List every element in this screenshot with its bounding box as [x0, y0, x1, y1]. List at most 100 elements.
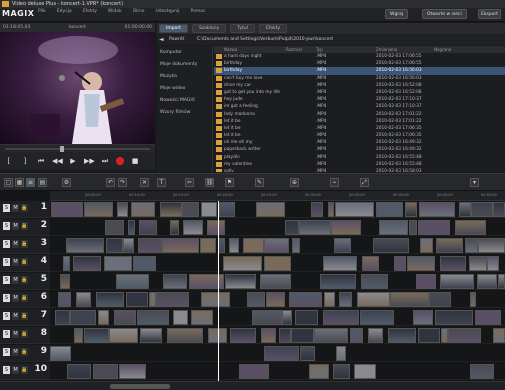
video-clip[interactable]: [63, 256, 70, 271]
video-clip[interactable]: [84, 328, 109, 343]
video-clip[interactable]: [478, 238, 505, 253]
video-clip[interactable]: [201, 292, 230, 307]
file-row[interactable]: my valentine .MP4 2010-02-03 16:55:48: [214, 161, 505, 168]
video-clip[interactable]: [357, 292, 390, 307]
video-clip[interactable]: [407, 256, 435, 271]
video-clip[interactable]: [105, 220, 124, 235]
delete-icon[interactable]: ✕: [140, 178, 149, 187]
video-preview[interactable]: [0, 32, 155, 144]
video-clip[interactable]: [191, 310, 213, 325]
video-clip[interactable]: [98, 310, 109, 325]
video-clip[interactable]: [311, 202, 323, 217]
video-clip[interactable]: [123, 238, 134, 253]
play-icon[interactable]: ▶: [68, 156, 78, 166]
video-clip[interactable]: [252, 310, 282, 325]
video-clip[interactable]: [264, 346, 299, 361]
file-row[interactable]: lady madonna .MP4 2010-02-03 17:01:22: [214, 111, 505, 118]
video-clip[interactable]: [379, 220, 408, 235]
video-clip[interactable]: [320, 274, 356, 289]
undo-icon[interactable]: ↶: [106, 178, 115, 187]
video-clip[interactable]: [487, 256, 499, 271]
story-mode-icon[interactable]: ▢: [4, 178, 13, 187]
video-clip[interactable]: [388, 328, 416, 343]
menu-file[interactable]: Plik: [38, 9, 46, 14]
online-button[interactable]: Otwarte w sieci: [422, 9, 467, 19]
video-clip[interactable]: [173, 310, 188, 325]
video-clip[interactable]: [459, 202, 471, 217]
tab-effects[interactable]: Efekty: [258, 24, 288, 33]
tab-templates[interactable]: Szablony: [191, 24, 227, 33]
video-clip[interactable]: [119, 364, 146, 379]
file-row[interactable]: let it be .MP4 2010-02-03 17:06:35: [214, 132, 505, 139]
video-clip[interactable]: [354, 364, 376, 379]
file-row[interactable]: oh me oh my .MP4 2010-02-03 16:49:32: [214, 139, 505, 146]
video-clip[interactable]: [156, 292, 189, 307]
video-clip[interactable]: [128, 220, 135, 235]
timeline-mode-icon[interactable]: ≡: [26, 178, 35, 187]
video-clip[interactable]: [300, 346, 315, 361]
video-clip[interactable]: [116, 274, 149, 289]
video-clip[interactable]: [106, 238, 123, 253]
export-button[interactable]: Eksport: [478, 9, 502, 19]
video-clip[interactable]: [409, 220, 417, 235]
file-row[interactable]: sally .MP4 2010-02-03 16:58:03: [214, 168, 505, 172]
stop-icon[interactable]: ■: [130, 156, 140, 166]
tab-title[interactable]: Tytuł: [230, 24, 255, 33]
video-clip[interactable]: [50, 346, 71, 361]
playhead[interactable]: [218, 201, 219, 381]
video-clip[interactable]: [470, 364, 494, 379]
video-clip[interactable]: [416, 274, 436, 289]
video-clip[interactable]: [140, 328, 162, 343]
track-lane[interactable]: [50, 345, 505, 362]
video-clip[interactable]: [73, 256, 101, 271]
video-clip[interactable]: [285, 220, 299, 235]
video-clip[interactable]: [413, 310, 433, 325]
video-clip[interactable]: [60, 274, 70, 289]
video-clip[interactable]: [55, 310, 70, 325]
video-clip[interactable]: [465, 238, 478, 253]
video-clip[interactable]: [339, 292, 352, 307]
video-clip[interactable]: [441, 328, 448, 343]
video-clip[interactable]: [264, 256, 291, 271]
video-clip[interactable]: [51, 202, 83, 217]
video-clip[interactable]: [225, 274, 256, 289]
video-clip[interactable]: [182, 202, 199, 217]
skip-forward-icon[interactable]: ⏭: [100, 156, 110, 166]
video-clip[interactable]: [218, 238, 225, 253]
file-row[interactable]: paperback writer .MP4 2010-02-03 16:49:32: [214, 146, 505, 153]
pencil-icon[interactable]: ✎: [255, 178, 264, 187]
menu-effects[interactable]: Efekty: [83, 9, 97, 14]
video-clip[interactable]: [335, 202, 374, 217]
video-clip[interactable]: [219, 202, 235, 217]
video-clip[interactable]: [405, 202, 417, 217]
col-name[interactable]: Nazwa: [214, 46, 286, 53]
video-clip[interactable]: [394, 256, 406, 271]
video-clip[interactable]: [373, 238, 409, 253]
video-clip[interactable]: [133, 256, 156, 271]
video-clip[interactable]: [328, 202, 334, 217]
track-lane[interactable]: [50, 327, 505, 344]
video-clip[interactable]: [331, 220, 361, 235]
mark-out-icon[interactable]: ]: [20, 156, 30, 166]
back-arrow-icon[interactable]: ◄: [159, 35, 167, 45]
video-clip[interactable]: [333, 364, 350, 379]
video-clip[interactable]: [324, 292, 335, 307]
video-clip[interactable]: [448, 328, 481, 343]
video-clip[interactable]: [323, 310, 359, 325]
video-clip[interactable]: [295, 310, 318, 325]
tools-menu-icon[interactable]: ▾: [470, 178, 479, 187]
video-clip[interactable]: [139, 220, 157, 235]
track-lane[interactable]: [50, 255, 505, 272]
video-clip[interactable]: [475, 310, 501, 325]
video-clip[interactable]: [93, 364, 118, 379]
video-clip[interactable]: [279, 328, 291, 343]
cut-icon[interactable]: ✂: [185, 178, 194, 187]
video-clip[interactable]: [96, 292, 124, 307]
video-clip[interactable]: [66, 238, 104, 253]
video-clip[interactable]: [299, 220, 331, 235]
menu-share[interactable]: Udostępnij: [156, 9, 180, 14]
redo-icon[interactable]: ↷: [118, 178, 127, 187]
rewind-icon[interactable]: ◀◀: [52, 156, 63, 166]
video-clip[interactable]: [201, 202, 217, 217]
video-clip[interactable]: [243, 238, 264, 253]
